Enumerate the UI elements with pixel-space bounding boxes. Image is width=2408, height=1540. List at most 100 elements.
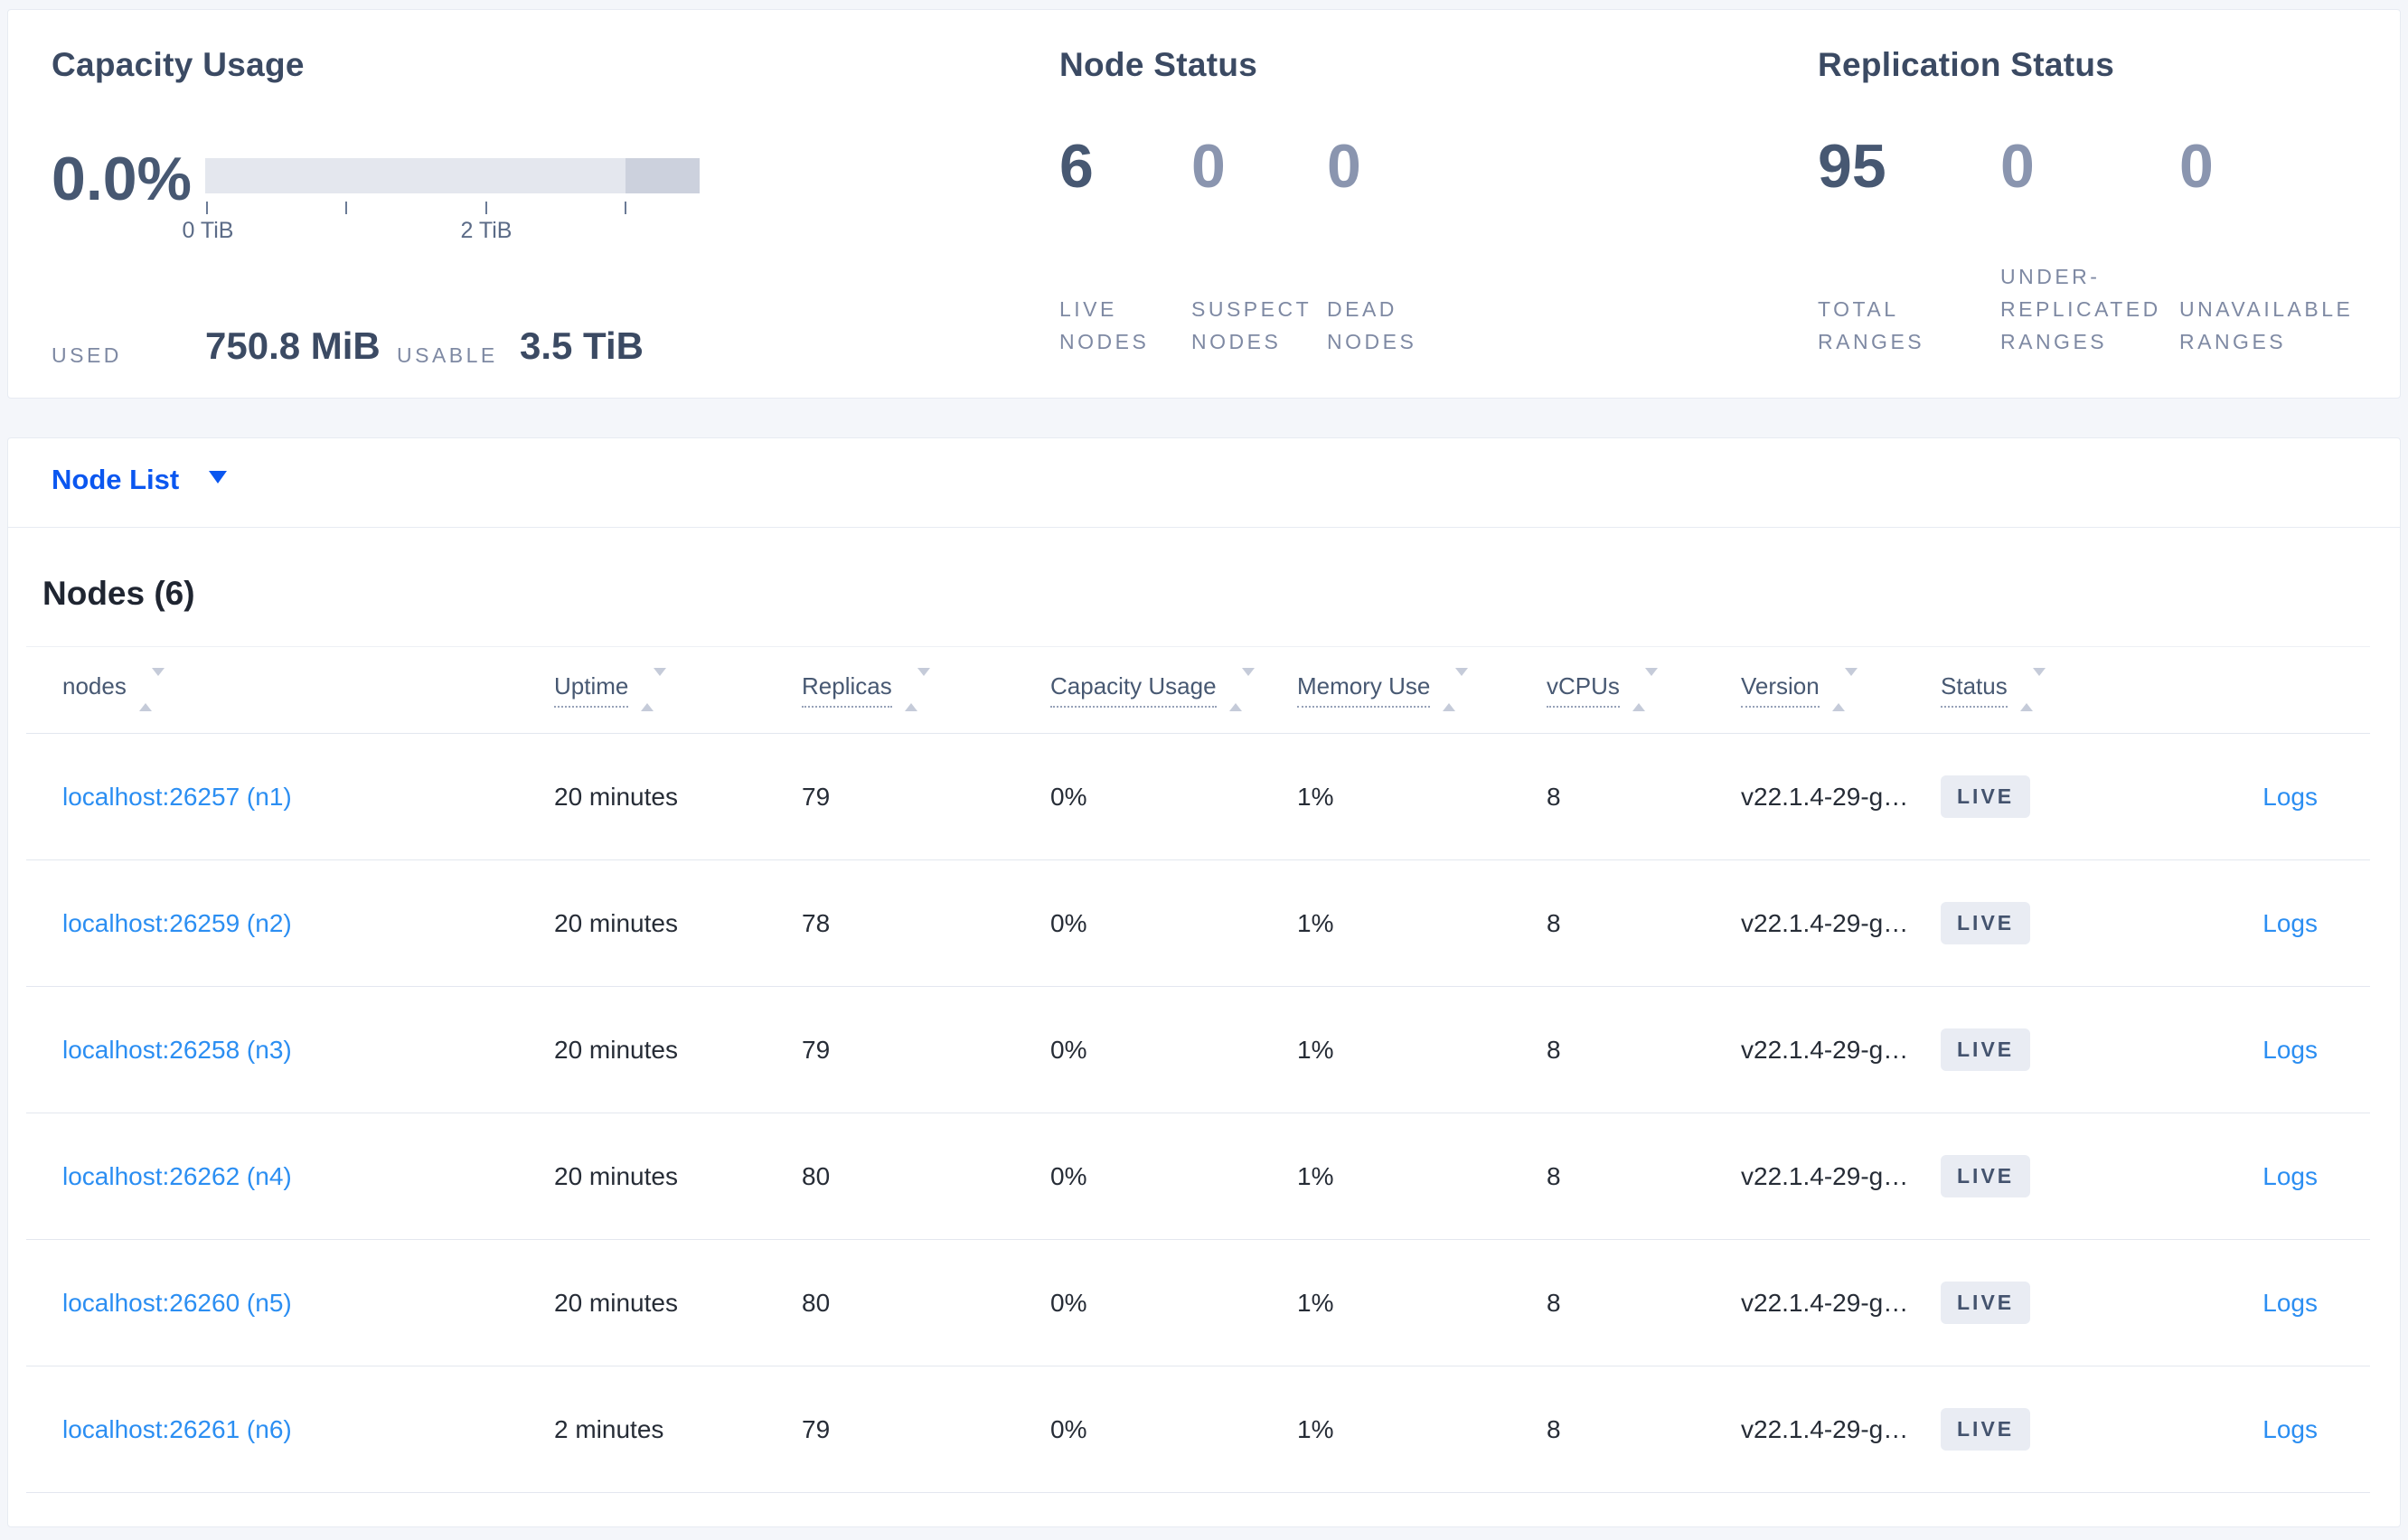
table-row: localhost:26261 (n6) 2 minutes 79 0% 1% …: [26, 1366, 2370, 1493]
sort-icon: [1632, 668, 1658, 711]
memory-use-cell: 1%: [1297, 1113, 1547, 1240]
status-cell: LIVE: [1941, 1366, 2134, 1493]
node-list-dropdown-label: Node List: [52, 464, 180, 495]
replicas-cell: 80: [802, 1239, 1050, 1366]
chevron-down-icon: [208, 471, 227, 484]
uptime-cell: 20 minutes: [554, 1239, 802, 1366]
node-link[interactable]: localhost:26261 (n6): [62, 1415, 292, 1443]
replicas-cell: 79: [802, 733, 1050, 860]
uptime-cell: 20 minutes: [554, 859, 802, 987]
status-cell: LIVE: [1941, 1113, 2134, 1240]
node-list-dropdown[interactable]: Node List: [52, 464, 227, 496]
under-replicated-ranges-metric: 0 UNDER-REPLICATED RANGES: [2000, 133, 2158, 358]
replicas-cell: 80: [802, 1113, 1050, 1240]
status-cell: LIVE: [1941, 859, 2134, 987]
table-row: localhost:26257 (n1) 20 minutes 79 0% 1%…: [26, 733, 2370, 860]
node-link[interactable]: localhost:26258 (n3): [62, 1036, 292, 1064]
column-header-capacity-usage[interactable]: Capacity Usage: [1050, 646, 1297, 734]
node-link[interactable]: localhost:26260 (n5): [62, 1289, 292, 1317]
used-value: 750.8 MiB: [205, 324, 381, 367]
capacity-usage-cell: 0%: [1050, 1113, 1297, 1240]
dead-nodes-label: DEAD NODES: [1327, 297, 1417, 353]
capacity-gauge-bar: [205, 158, 700, 193]
memory-use-cell: 1%: [1297, 1239, 1547, 1366]
replicas-cell: 79: [802, 1366, 1050, 1493]
gauge-tick-0: [206, 202, 208, 214]
node-list-bar: Node List: [7, 437, 2401, 527]
column-header-memory-use[interactable]: Memory Use: [1297, 646, 1547, 734]
version-cell: v22.1.4-29-g…: [1741, 986, 1941, 1113]
logs-link[interactable]: Logs: [2262, 1415, 2318, 1443]
dead-nodes-count: 0: [1327, 132, 1361, 201]
suspect-nodes-metric: 0 SUSPECT NODES: [1191, 132, 1308, 358]
status-badge: LIVE: [1941, 1155, 2031, 1197]
capacity-usage-cell: 0%: [1050, 733, 1297, 860]
capacity-gauge-dark-segment: [626, 158, 700, 193]
node-link[interactable]: localhost:26262 (n4): [62, 1162, 292, 1190]
vcpus-cell: 8: [1547, 986, 1741, 1113]
gauge-tick-label-0tib: 0 TiB: [182, 218, 234, 243]
nodes-table: nodes Uptime Replicas Capacity Usage Mem…: [26, 646, 2370, 1493]
total-ranges-label: TOTAL RANGES: [1818, 297, 1925, 353]
summary-panel: Capacity Usage 0.0% 0 TiB 2 TiB USED 750…: [7, 9, 2401, 399]
version-cell: v22.1.4-29-g…: [1741, 1366, 1941, 1493]
gauge-tick-label-2tib: 2 TiB: [460, 218, 513, 243]
unavailable-ranges-count: 0: [2179, 132, 2214, 201]
capacity-usage-cell: 0%: [1050, 1239, 1297, 1366]
version-cell: v22.1.4-29-g…: [1741, 1113, 1941, 1240]
gauge-tick-3: [625, 202, 626, 214]
uptime-cell: 20 minutes: [554, 733, 802, 860]
table-row: localhost:26260 (n5) 20 minutes 80 0% 1%…: [26, 1239, 2370, 1366]
vcpus-cell: 8: [1547, 859, 1741, 987]
column-header-replicas[interactable]: Replicas: [802, 646, 1050, 734]
status-badge: LIVE: [1941, 1282, 2031, 1324]
usable-label: USABLE: [397, 343, 498, 367]
total-ranges-count: 95: [1818, 132, 1886, 201]
logs-link[interactable]: Logs: [2262, 1036, 2318, 1064]
vcpus-cell: 8: [1547, 733, 1741, 860]
status-badge: LIVE: [1941, 1028, 2031, 1071]
node-link[interactable]: localhost:26257 (n1): [62, 783, 292, 811]
capacity-usage-title: Capacity Usage: [52, 46, 305, 83]
total-ranges-metric: 95 TOTAL RANGES: [1818, 132, 1922, 358]
sort-icon: [1831, 668, 1858, 711]
nodes-table-panel: Nodes (6) nodes Uptime Replicas Capacity…: [7, 527, 2401, 1527]
column-header-version[interactable]: Version: [1741, 646, 1941, 734]
logs-link[interactable]: Logs: [2262, 783, 2318, 811]
sort-icon: [1443, 668, 1469, 711]
node-status-title: Node Status: [1059, 46, 1258, 83]
sort-icon: [2019, 668, 2046, 711]
node-link[interactable]: localhost:26259 (n2): [62, 909, 292, 937]
capacity-usage-cell: 0%: [1050, 986, 1297, 1113]
logs-link[interactable]: Logs: [2262, 1289, 2318, 1317]
column-header-nodes[interactable]: nodes: [26, 646, 554, 734]
suspect-nodes-count: 0: [1191, 132, 1226, 201]
version-cell: v22.1.4-29-g…: [1741, 733, 1941, 860]
replication-status-title: Replication Status: [1818, 46, 2115, 83]
gauge-tick-2: [485, 202, 487, 214]
live-nodes-metric: 6 LIVE NODES: [1059, 132, 1146, 358]
capacity-percent-value: 0.0%: [52, 145, 192, 213]
status-cell: LIVE: [1941, 986, 2134, 1113]
suspect-nodes-label: SUSPECT NODES: [1191, 297, 1312, 353]
memory-use-cell: 1%: [1297, 733, 1547, 860]
column-header-status[interactable]: Status: [1941, 646, 2134, 734]
usable-value: 3.5 TiB: [520, 324, 644, 367]
sort-icon: [641, 668, 667, 711]
column-header-vcpus[interactable]: vCPUs: [1547, 646, 1741, 734]
sort-icon: [904, 668, 930, 711]
uptime-cell: 2 minutes: [554, 1366, 802, 1493]
dead-nodes-metric: 0 DEAD NODES: [1327, 132, 1414, 358]
status-cell: LIVE: [1941, 1239, 2134, 1366]
gauge-tick-1: [345, 202, 347, 214]
logs-link[interactable]: Logs: [2262, 909, 2318, 937]
vcpus-cell: 8: [1547, 1239, 1741, 1366]
unavailable-ranges-label: UNAVAILABLE RANGES: [2179, 297, 2354, 353]
sort-icon: [1228, 668, 1255, 711]
live-nodes-count: 6: [1059, 132, 1094, 201]
column-header-uptime[interactable]: Uptime: [554, 646, 802, 734]
replicas-cell: 78: [802, 859, 1050, 987]
logs-link[interactable]: Logs: [2262, 1162, 2318, 1190]
vcpus-cell: 8: [1547, 1113, 1741, 1240]
used-label: USED: [52, 343, 122, 367]
